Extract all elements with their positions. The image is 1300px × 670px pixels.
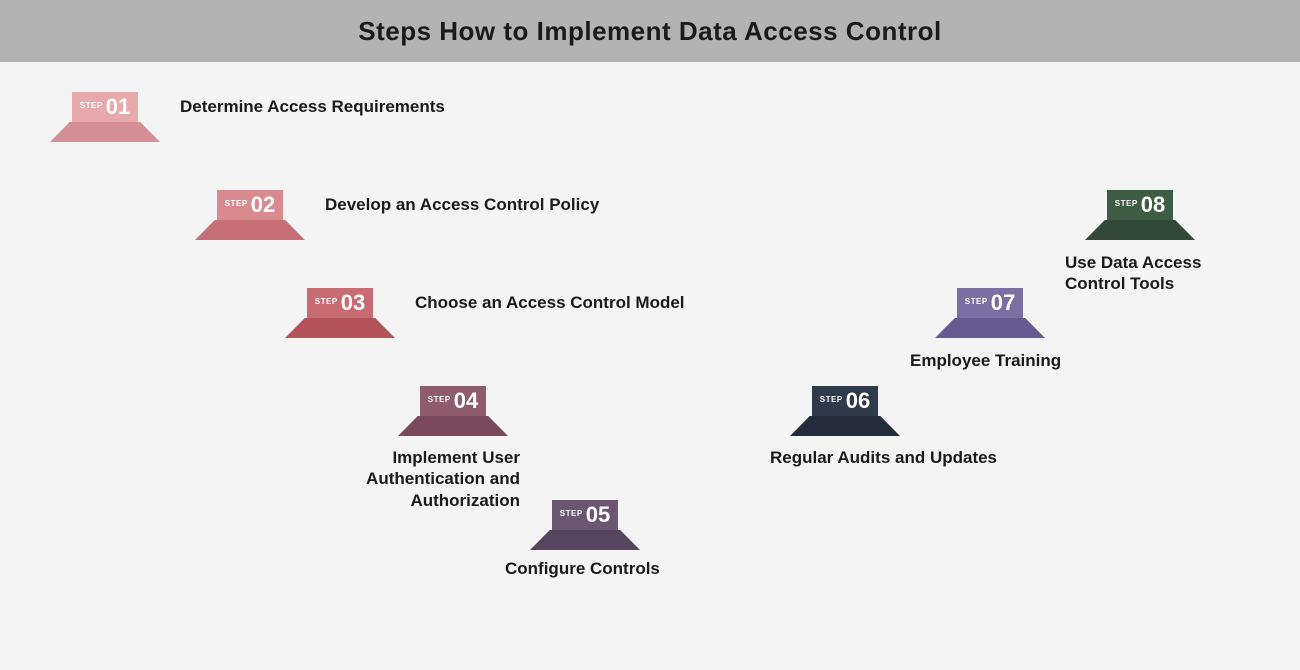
step-08-label: Use Data Access Control Tools bbox=[1065, 252, 1230, 295]
pedestal-base bbox=[285, 318, 395, 338]
step-05-label: Configure Controls bbox=[505, 558, 660, 579]
step-number: 07 bbox=[991, 292, 1015, 314]
pedestal-top: STEP 08 bbox=[1107, 190, 1173, 220]
page-title: Steps How to Implement Data Access Contr… bbox=[358, 16, 941, 47]
pedestal-icon: STEP 03 bbox=[285, 288, 395, 338]
step-number: 03 bbox=[341, 292, 365, 314]
pedestal-base bbox=[398, 416, 508, 436]
step-02: STEP 02 bbox=[195, 190, 305, 240]
pedestal-top: STEP 07 bbox=[957, 288, 1023, 318]
pedestal-icon: STEP 05 bbox=[530, 500, 640, 550]
step-04-label: Implement User Authentication and Author… bbox=[320, 447, 520, 511]
pedestal-icon: STEP 04 bbox=[398, 386, 508, 436]
step-word: STEP bbox=[80, 101, 103, 110]
step-01-label: Determine Access Requirements bbox=[180, 96, 445, 117]
step-number: 06 bbox=[846, 390, 870, 412]
step-03-label: Choose an Access Control Model bbox=[415, 292, 685, 313]
pedestal-top: STEP 02 bbox=[217, 190, 283, 220]
title-bar: Steps How to Implement Data Access Contr… bbox=[0, 0, 1300, 62]
step-07: STEP 07 bbox=[935, 288, 1045, 338]
step-word: STEP bbox=[560, 509, 583, 518]
step-02-label: Develop an Access Control Policy bbox=[325, 194, 599, 215]
step-word: STEP bbox=[1115, 199, 1138, 208]
pedestal-base bbox=[50, 122, 160, 142]
step-word: STEP bbox=[428, 395, 451, 404]
pedestal-base bbox=[935, 318, 1045, 338]
pedestal-icon: STEP 01 bbox=[50, 92, 160, 142]
pedestal-base bbox=[530, 530, 640, 550]
pedestal-base bbox=[790, 416, 900, 436]
step-08: STEP 08 bbox=[1085, 190, 1195, 240]
pedestal-base bbox=[195, 220, 305, 240]
pedestal-icon: STEP 06 bbox=[790, 386, 900, 436]
step-word: STEP bbox=[965, 297, 988, 306]
step-number: 01 bbox=[106, 96, 130, 118]
pedestal-top: STEP 06 bbox=[812, 386, 878, 416]
pedestal-icon: STEP 02 bbox=[195, 190, 305, 240]
step-05: STEP 05 bbox=[530, 500, 640, 550]
step-06-label: Regular Audits and Updates bbox=[770, 447, 997, 468]
pedestal-top: STEP 05 bbox=[552, 500, 618, 530]
step-01: STEP 01 bbox=[50, 92, 160, 142]
step-07-label: Employee Training bbox=[910, 350, 1061, 371]
pedestal-top: STEP 01 bbox=[72, 92, 138, 122]
step-word: STEP bbox=[315, 297, 338, 306]
step-number: 05 bbox=[586, 504, 610, 526]
pedestal-top: STEP 04 bbox=[420, 386, 486, 416]
pedestal-icon: STEP 07 bbox=[935, 288, 1045, 338]
step-03: STEP 03 bbox=[285, 288, 395, 338]
step-06: STEP 06 bbox=[790, 386, 900, 436]
step-word: STEP bbox=[225, 199, 248, 208]
step-number: 08 bbox=[1141, 194, 1165, 216]
pedestal-top: STEP 03 bbox=[307, 288, 373, 318]
pedestal-base bbox=[1085, 220, 1195, 240]
step-number: 02 bbox=[251, 194, 275, 216]
pedestal-icon: STEP 08 bbox=[1085, 190, 1195, 240]
step-number: 04 bbox=[454, 390, 478, 412]
diagram-canvas: STEP 01 Determine Access Requirements ST… bbox=[0, 62, 1300, 670]
step-word: STEP bbox=[820, 395, 843, 404]
step-04: STEP 04 bbox=[398, 386, 508, 436]
